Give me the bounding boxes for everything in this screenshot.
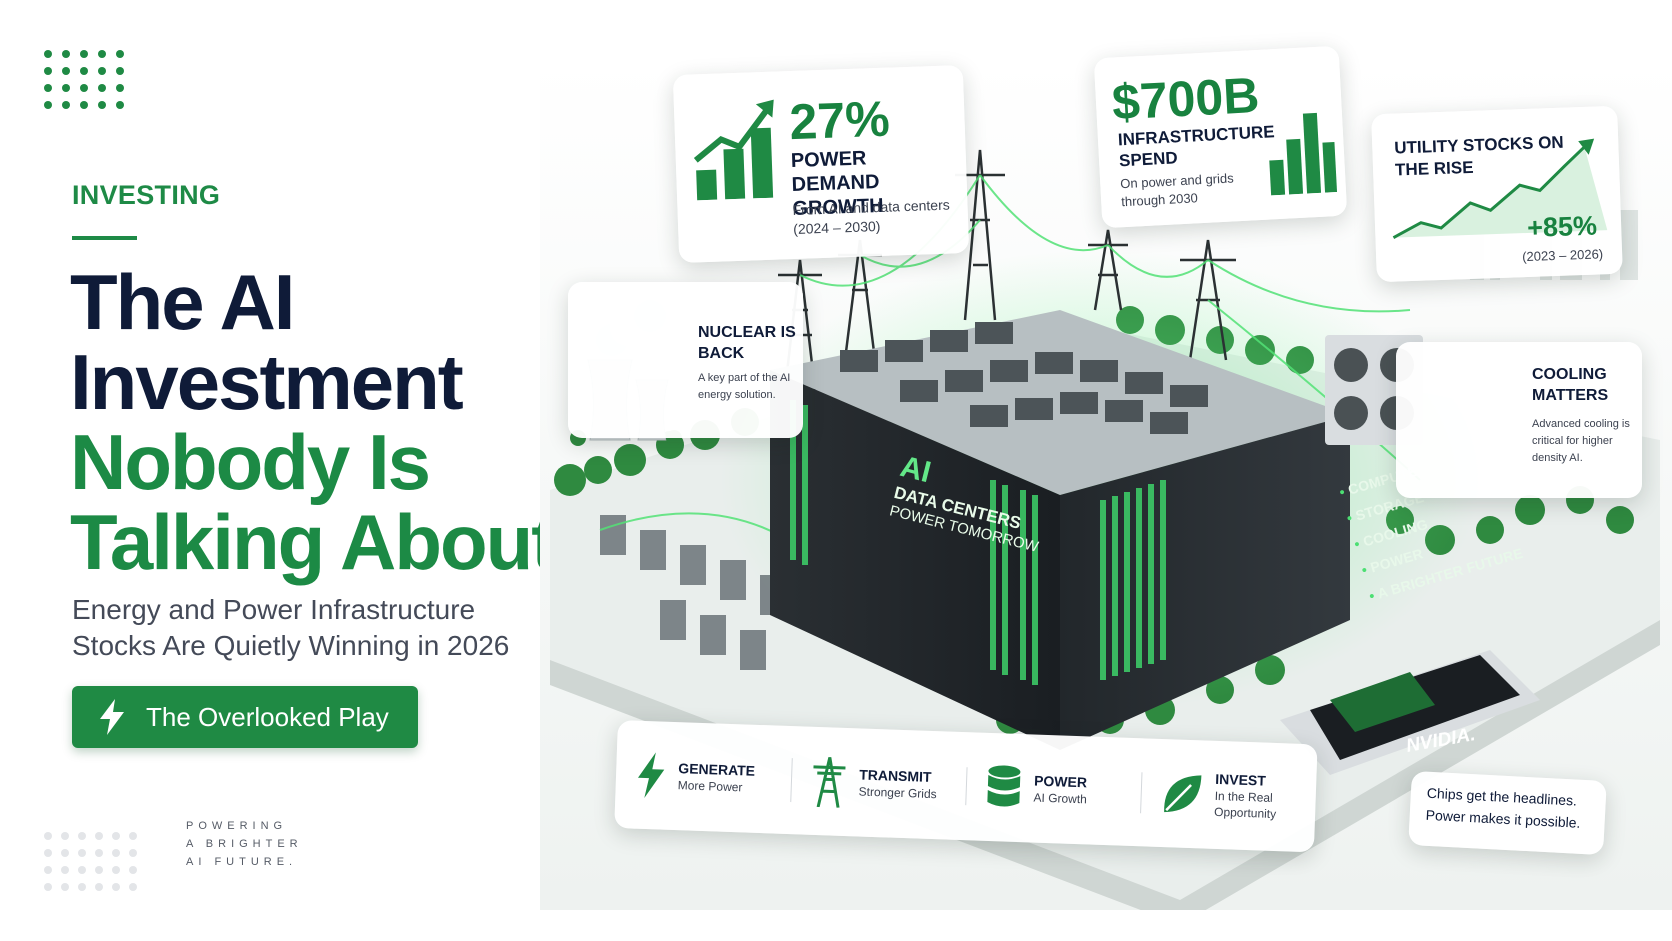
power-demand-note: From AI and data centers (2024 – 2030) xyxy=(792,195,963,239)
pillar-power-title: POWER xyxy=(1033,772,1088,790)
lightning-icon xyxy=(100,699,124,735)
power-demand-note-line-2: (2024 – 2030) xyxy=(792,217,881,238)
cta-label: The Overlooked Play xyxy=(146,701,389,732)
tagline-line-1: POWERING xyxy=(186,820,288,832)
headline-line-1: The AI xyxy=(70,258,295,346)
overlooked-play-button[interactable]: The Overlooked Play xyxy=(72,686,418,748)
nuclear-title: NUCLEAR IS BACK xyxy=(698,324,796,362)
pillar-generate-title: GENERATE xyxy=(678,759,756,779)
tagline: POWERING A BRIGHTER AI FUTURE. xyxy=(186,817,303,871)
bar-chart-icon xyxy=(1269,112,1338,196)
utility-note: (2023 – 2026) xyxy=(1521,246,1604,265)
power-demand-note-line-1: From AI and data centers xyxy=(792,196,950,219)
subtitle-line-1: Energy and Power Infrastructure xyxy=(72,594,476,625)
decorative-dot-grid-bottom xyxy=(44,832,146,900)
bar-chart-icon xyxy=(693,99,774,201)
chip-note: Chips get the headlines. Power makes it … xyxy=(1408,770,1607,856)
category-label: INVESTING xyxy=(72,180,221,210)
power-demand-card: 27% POWER DEMAND GROWTH From AI and data… xyxy=(672,64,970,264)
pillar-transmit-sub: Stronger Grids xyxy=(858,783,937,801)
infrastructure-value: $700B xyxy=(1110,66,1261,131)
infrastructure-title: INFRASTRUCTURE SPEND xyxy=(1117,122,1276,171)
transmission-tower-icon xyxy=(813,757,846,808)
pillar-power: POWER AI Growth xyxy=(965,763,1141,815)
pillar-generate: GENERATE More Power xyxy=(615,751,791,803)
infrastructure-note: On power and grids through 2030 xyxy=(1120,167,1272,211)
infrastructure-note-line-1: On power and grids xyxy=(1119,170,1235,192)
headline-line-2: Investment xyxy=(70,338,464,426)
nuclear-card: NUCLEAR IS BACK A key part of the AI ene… xyxy=(568,282,803,438)
utility-value: +85% xyxy=(1526,210,1598,243)
pillar-transmit: TRANSMIT Stronger Grids xyxy=(790,754,967,812)
power-demand-value: 27% xyxy=(788,90,891,151)
subtitle-line-2: Stocks Are Quietly Winning in 2026 xyxy=(72,630,510,661)
cooling-title: COOLING MATTERS xyxy=(1532,366,1609,404)
infrastructure-note-line-2: through 2030 xyxy=(1120,190,1199,210)
headline-line-4: Talking About xyxy=(70,498,557,586)
decorative-dot-grid-top xyxy=(44,50,134,118)
subtitle: Energy and Power Infrastructure Stocks A… xyxy=(72,592,592,664)
infrastructure-spend-card: $700B INFRASTRUCTURE SPEND On power and … xyxy=(1093,45,1348,229)
utility-stocks-card: UTILITY STOCKS ON THE RISE +85% (2023 – … xyxy=(1371,105,1623,283)
cooling-note: Advanced cooling is critical for higher … xyxy=(1532,418,1630,464)
pillar-transmit-title: TRANSMIT xyxy=(858,765,932,785)
pillar-power-sub: AI Growth xyxy=(1033,790,1088,806)
database-icon xyxy=(987,765,1021,807)
pillar-invest-sub: In the Real Opportunity xyxy=(1213,788,1277,821)
lightning-icon xyxy=(637,752,665,798)
leaf-icon xyxy=(1164,775,1202,813)
headline-line-3: Nobody Is xyxy=(70,418,431,506)
pillar-invest: INVEST In the Real Opportunity xyxy=(1140,768,1317,823)
pillar-generate-sub: More Power xyxy=(677,777,743,794)
tagline-line-2: A BRIGHTER xyxy=(186,838,303,850)
page-title: The AI Investment Nobody Is Talking Abou… xyxy=(70,262,590,582)
tagline-line-3: AI FUTURE. xyxy=(186,856,298,868)
category-underline xyxy=(72,236,137,240)
cooling-card: COOLING MATTERS Advanced cooling is crit… xyxy=(1396,342,1642,498)
nuclear-note: A key part of the AI energy solution. xyxy=(698,372,791,401)
